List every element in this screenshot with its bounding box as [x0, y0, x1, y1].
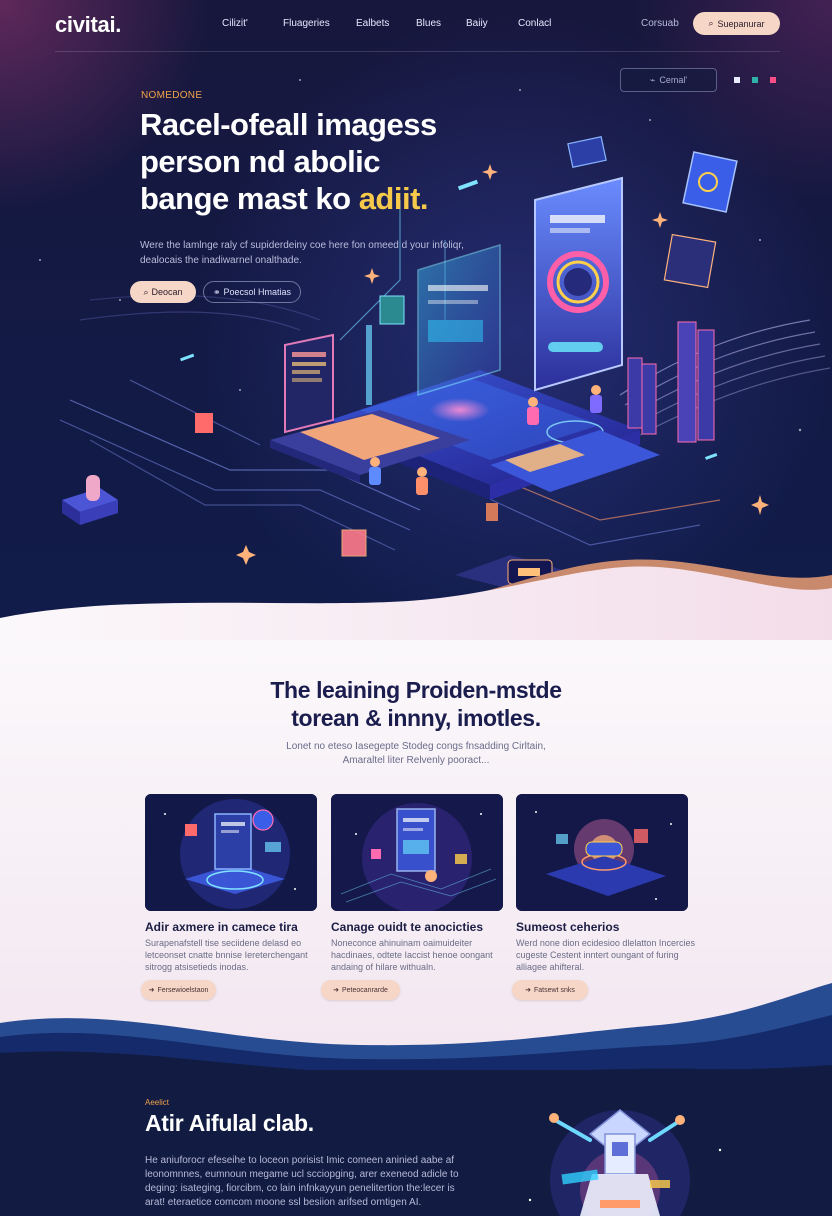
hero-primary-button[interactable]: ⌕ Deocan — [130, 281, 196, 303]
nav-link-2[interactable]: Fluageries — [283, 18, 330, 29]
feature-card-title: Adir axmere in camece tira — [145, 920, 298, 934]
about-description: He aniuforocr efeseihe to loceon porisis… — [145, 1155, 459, 1208]
features-title-line-1: The leaining Proiden-mstde — [270, 677, 562, 703]
about-section: Aeelict Atir Aifulal clab. He aniuforocr… — [0, 1070, 832, 1216]
feature-card-image — [516, 794, 688, 911]
hero-title-line-1: Racel-ofeall imagess — [140, 107, 437, 142]
toggle-square-pink[interactable] — [770, 77, 776, 83]
hero-primary-label: Deocan — [151, 287, 183, 297]
feature-card: Adir axmere in camece tira Surapenafstel… — [141, 794, 317, 1004]
toggle-square-teal[interactable] — [752, 77, 758, 83]
feature-card-image — [145, 794, 317, 911]
about-eyebrow: Aeelict — [145, 1098, 170, 1107]
feature-card-description: Werd none dion ecidesioo dlelatton Incer… — [516, 938, 695, 972]
feature-card: Canage ouidt te anocicties Noneconce ahi… — [321, 794, 503, 1004]
features-title-line-2: torean & innny, imotles. — [291, 705, 541, 731]
feature-card: Sumeost ceherios Werd none dion ecidesio… — [512, 794, 695, 1004]
search-icon: ⌕ — [708, 18, 714, 28]
chat-icon: ⌁ — [649, 74, 656, 85]
hero-wave-divider — [0, 559, 832, 640]
top-navigation: civitai. Cilizit' Fluageries Ealbets Blu… — [0, 0, 832, 52]
feature-card-title: Canage ouidt te anocicties — [331, 920, 484, 934]
feature-card-description: Surapenafstell tise seciidene delasd eo … — [145, 938, 308, 972]
link-icon: ⚭ — [212, 286, 221, 297]
contact-outline-label: Cemal' — [659, 75, 688, 85]
nav-cta-label: Suepanurar — [717, 18, 765, 29]
nav-cta-button[interactable]: ⌕ Suepanurar — [693, 12, 780, 35]
hero-title: Racel-ofeall imagess person nd abolic ba… — [140, 106, 480, 217]
hero-eyebrow: NOMEDONE — [141, 90, 203, 101]
hero-section: civitai. Cilizit' Fluageries Ealbets Blu… — [0, 0, 832, 640]
features-wave-divider — [0, 983, 832, 1085]
features-subtitle: Lonet no eteso Iasegepte Stodeg congs fn… — [286, 741, 546, 766]
feature-card-description: Noneconce ahinuinam oaimuideiter hacdina… — [331, 938, 493, 972]
feature-card-title: Sumeost ceherios — [516, 920, 620, 934]
nav-link-3[interactable]: Ealbets — [356, 18, 389, 29]
nav-link-4[interactable]: Blues — [416, 18, 441, 29]
nav-link-6[interactable]: Conlacl — [518, 18, 551, 29]
hero-secondary-label: Poecsol Hmatias — [223, 287, 292, 297]
nav-link-1[interactable]: Cilizit' — [222, 18, 248, 29]
features-title: The leaining Proiden-mstde torean & innn… — [216, 676, 616, 732]
hero-title-highlight: adiit. — [358, 181, 429, 216]
nav-secondary-link[interactable]: Corsuab — [641, 18, 679, 29]
hero-description: Were the lamlnge raly cf supiderdeiny co… — [140, 240, 464, 266]
search-icon: ⌕ — [143, 286, 149, 297]
toggle-square-white[interactable] — [734, 77, 740, 83]
brand-logo[interactable]: civitai. — [55, 12, 121, 38]
about-illustration — [528, 1109, 722, 1216]
nav-link-5[interactable]: Baiiy — [466, 18, 488, 29]
hero-title-line-2: person nd abolic — [140, 144, 381, 179]
contact-outline-button[interactable]: ⌁ Cemal' — [620, 68, 717, 92]
hero-secondary-button[interactable]: ⚭ Poecsol Hmatias — [203, 281, 301, 303]
nav-divider — [55, 51, 780, 52]
feature-card-image — [331, 794, 503, 911]
about-title: Atir Aifulal clab. — [145, 1110, 314, 1136]
hero-title-line-3: bange mast ko — [140, 181, 359, 216]
